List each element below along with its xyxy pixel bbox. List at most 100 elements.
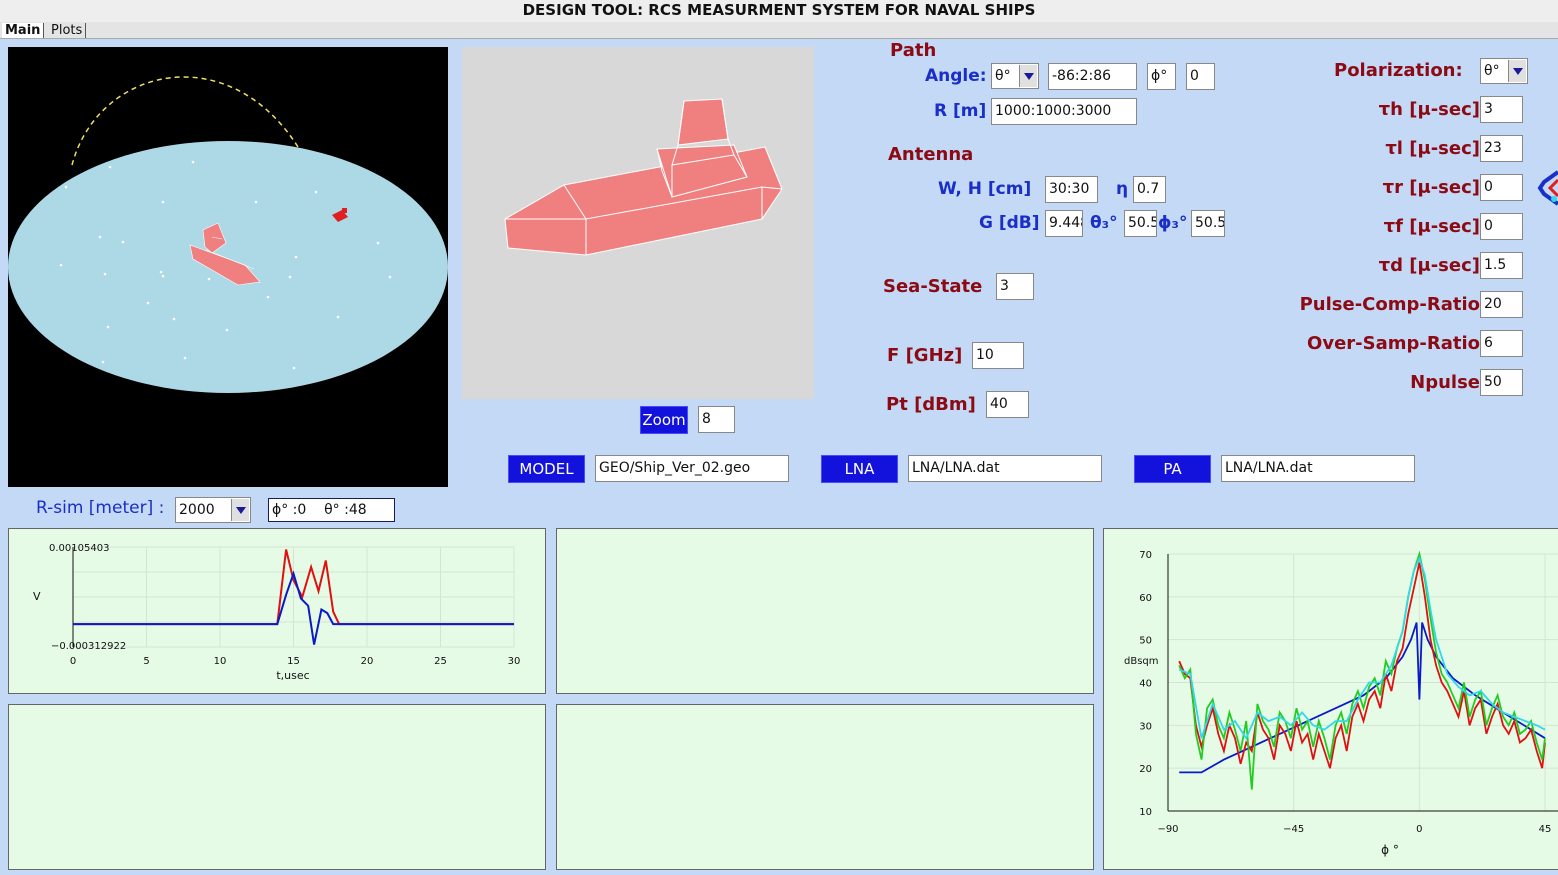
- pt-input[interactable]: 40: [986, 391, 1029, 418]
- y-tick-label: 50: [1139, 636, 1152, 647]
- tau-d-label: τd [μ-sec]: [1378, 255, 1480, 276]
- model-button[interactable]: MODEL: [508, 455, 585, 483]
- x-tick-label: 10: [214, 656, 227, 667]
- pt-label: Pt [dBm]: [886, 394, 976, 415]
- eta-label: η: [1116, 179, 1129, 199]
- freq-label: F [GHz]: [887, 345, 963, 366]
- y-tick-label: 40: [1139, 679, 1152, 690]
- phi-input[interactable]: 0: [1186, 63, 1215, 90]
- tau-f-label: τf [μ-sec]: [1383, 216, 1480, 237]
- scene-canvas: [8, 76, 448, 393]
- sea-state-input[interactable]: 3: [996, 273, 1034, 300]
- rcs-plot-series: [1178, 550, 1546, 790]
- x-tick-label: 0: [1416, 824, 1422, 835]
- empty-plot-panel-bottom-middle[interactable]: [556, 704, 1094, 870]
- rcs-plot-grid: [1167, 553, 1558, 812]
- lna-button[interactable]: LNA: [821, 455, 898, 483]
- angle-range-input[interactable]: -86:2:86: [1048, 63, 1137, 90]
- tab-strip: Main Plots: [0, 22, 1558, 39]
- y-tick-label: 20: [1139, 764, 1152, 775]
- angle-axis-select[interactable]: θ°: [991, 63, 1039, 89]
- tab-plots[interactable]: Plots: [48, 23, 87, 38]
- range-input[interactable]: 1000:1000:3000: [991, 98, 1137, 125]
- model-view[interactable]: [462, 47, 814, 399]
- polarization-value: θ°: [1484, 63, 1500, 79]
- chevron-down-icon[interactable]: [1019, 65, 1037, 87]
- chevron-down-icon[interactable]: [1508, 60, 1526, 82]
- scene-view[interactable]: [8, 47, 448, 487]
- wh-label: W, H [cm]: [938, 179, 1032, 199]
- over-samp-ratio-label: Over-Samp-Ratio: [1307, 333, 1480, 354]
- rsim-label: R-sim [meter] :: [36, 498, 165, 518]
- time-plot-y-label: V: [33, 590, 41, 603]
- phi3-input[interactable]: 50.5: [1191, 210, 1225, 237]
- ship-3d-model: [504, 98, 783, 256]
- time-plot-grid: [72, 546, 515, 648]
- angle-axis-value: θ°: [995, 68, 1011, 84]
- tau-r-input[interactable]: 0: [1480, 174, 1523, 201]
- tau-r-label: τr [μ-sec]: [1382, 177, 1480, 198]
- polarization-label: Polarization:: [1334, 60, 1463, 81]
- time-plot-x-ticks: 0 5 10 15 20 25 30: [70, 656, 521, 667]
- tau-d-input[interactable]: 1.5: [1480, 252, 1523, 279]
- tau-l-input[interactable]: 23: [1480, 135, 1523, 162]
- y-tick-label: 10: [1139, 807, 1152, 818]
- tau-f-input[interactable]: 0: [1480, 213, 1523, 240]
- time-plot-y-min-label: −0.000312922: [51, 641, 126, 652]
- path-header: Path: [890, 40, 937, 61]
- tau-l-label: τl [μ-sec]: [1385, 138, 1480, 159]
- empty-plot-panel-bottom-left[interactable]: [8, 704, 546, 870]
- pa-button[interactable]: PA: [1134, 455, 1211, 483]
- theta3-input[interactable]: 50.5: [1124, 210, 1157, 237]
- wh-input[interactable]: 30:30: [1045, 176, 1098, 203]
- angle-readout: ϕ° :0 θ° :48: [268, 498, 395, 522]
- pa-file-input[interactable]: LNA/LNA.dat: [1221, 455, 1415, 482]
- tau-h-label: τh [μ-sec]: [1378, 99, 1480, 120]
- model-canvas: [504, 98, 783, 256]
- freq-input[interactable]: 10: [972, 342, 1024, 369]
- eta-input[interactable]: 0.7: [1133, 176, 1166, 203]
- over-samp-ratio-input[interactable]: 6: [1480, 330, 1523, 357]
- x-tick-label: 15: [287, 656, 300, 667]
- polarization-select[interactable]: θ°: [1480, 58, 1528, 84]
- empty-plot-panel-top[interactable]: [556, 528, 1094, 694]
- rcs-plot-x-ticks: −90 −45 0 45: [1157, 824, 1551, 835]
- time-signal-plot-panel[interactable]: V 0.00105403 −0.000312922 0 5 10 15 20 25 30 t…: [8, 528, 546, 694]
- gain-input[interactable]: 9.448: [1045, 210, 1083, 237]
- tab-main[interactable]: Main: [2, 23, 45, 38]
- x-tick-label: 20: [361, 656, 374, 667]
- pulse-comp-ratio-label: Pulse-Comp-Ratio: [1299, 294, 1480, 315]
- window-title: DESIGN TOOL: RCS MEASURMENT SYSTEM FOR N…: [0, 0, 1558, 22]
- npulse-label: Npulse: [1410, 372, 1480, 393]
- theta3-label: θ₃°: [1090, 213, 1118, 233]
- rsim-select[interactable]: 2000: [175, 497, 251, 523]
- sea-state-label: Sea-State: [883, 276, 983, 297]
- x-tick-label: 5: [143, 656, 149, 667]
- chevron-down-icon[interactable]: [231, 499, 249, 521]
- x-tick-label: 0: [70, 656, 76, 667]
- zoom-input[interactable]: 8: [698, 406, 735, 433]
- series-line-1: [1178, 562, 1546, 769]
- angle-label: Angle:: [925, 66, 987, 86]
- y-tick-label: 30: [1139, 721, 1152, 732]
- x-tick-label: 45: [1539, 824, 1552, 835]
- rcs-plot: 10 20 30 40 50 60 70 −90 −45 0 45 dBsqm ϕ °: [1124, 550, 1558, 857]
- phi-label-box: ϕ°: [1147, 63, 1176, 90]
- x-tick-label: 25: [434, 656, 447, 667]
- zoom-button[interactable]: Zoom: [640, 406, 688, 434]
- x-tick-label: −45: [1283, 824, 1304, 835]
- x-tick-label: −90: [1157, 824, 1178, 835]
- phi3-label: ϕ₃°: [1158, 213, 1188, 233]
- rcs-plot-y-ticks: 10 20 30 40 50 60 70: [1139, 550, 1152, 818]
- tau-h-input[interactable]: 3: [1480, 96, 1523, 123]
- model-file-input[interactable]: GEO/Ship_Ver_02.geo: [595, 455, 789, 482]
- app-logo-icon: [1537, 170, 1558, 206]
- rcs-plot-panel[interactable]: 10 20 30 40 50 60 70 −90 −45 0 45 dBsqm ϕ °: [1103, 528, 1558, 870]
- time-plot-x-label: t,usec: [276, 669, 309, 682]
- pulse-comp-ratio-input[interactable]: 20: [1480, 291, 1523, 318]
- time-signal-plot: V 0.00105403 −0.000312922 0 5 10 15 20 25 30 t…: [33, 543, 521, 682]
- series-line-0: [1179, 622, 1546, 774]
- time-plot-y-max-label: 0.00105403: [49, 543, 109, 554]
- lna-file-input[interactable]: LNA/LNA.dat: [908, 455, 1102, 482]
- npulse-input[interactable]: 50: [1480, 369, 1523, 396]
